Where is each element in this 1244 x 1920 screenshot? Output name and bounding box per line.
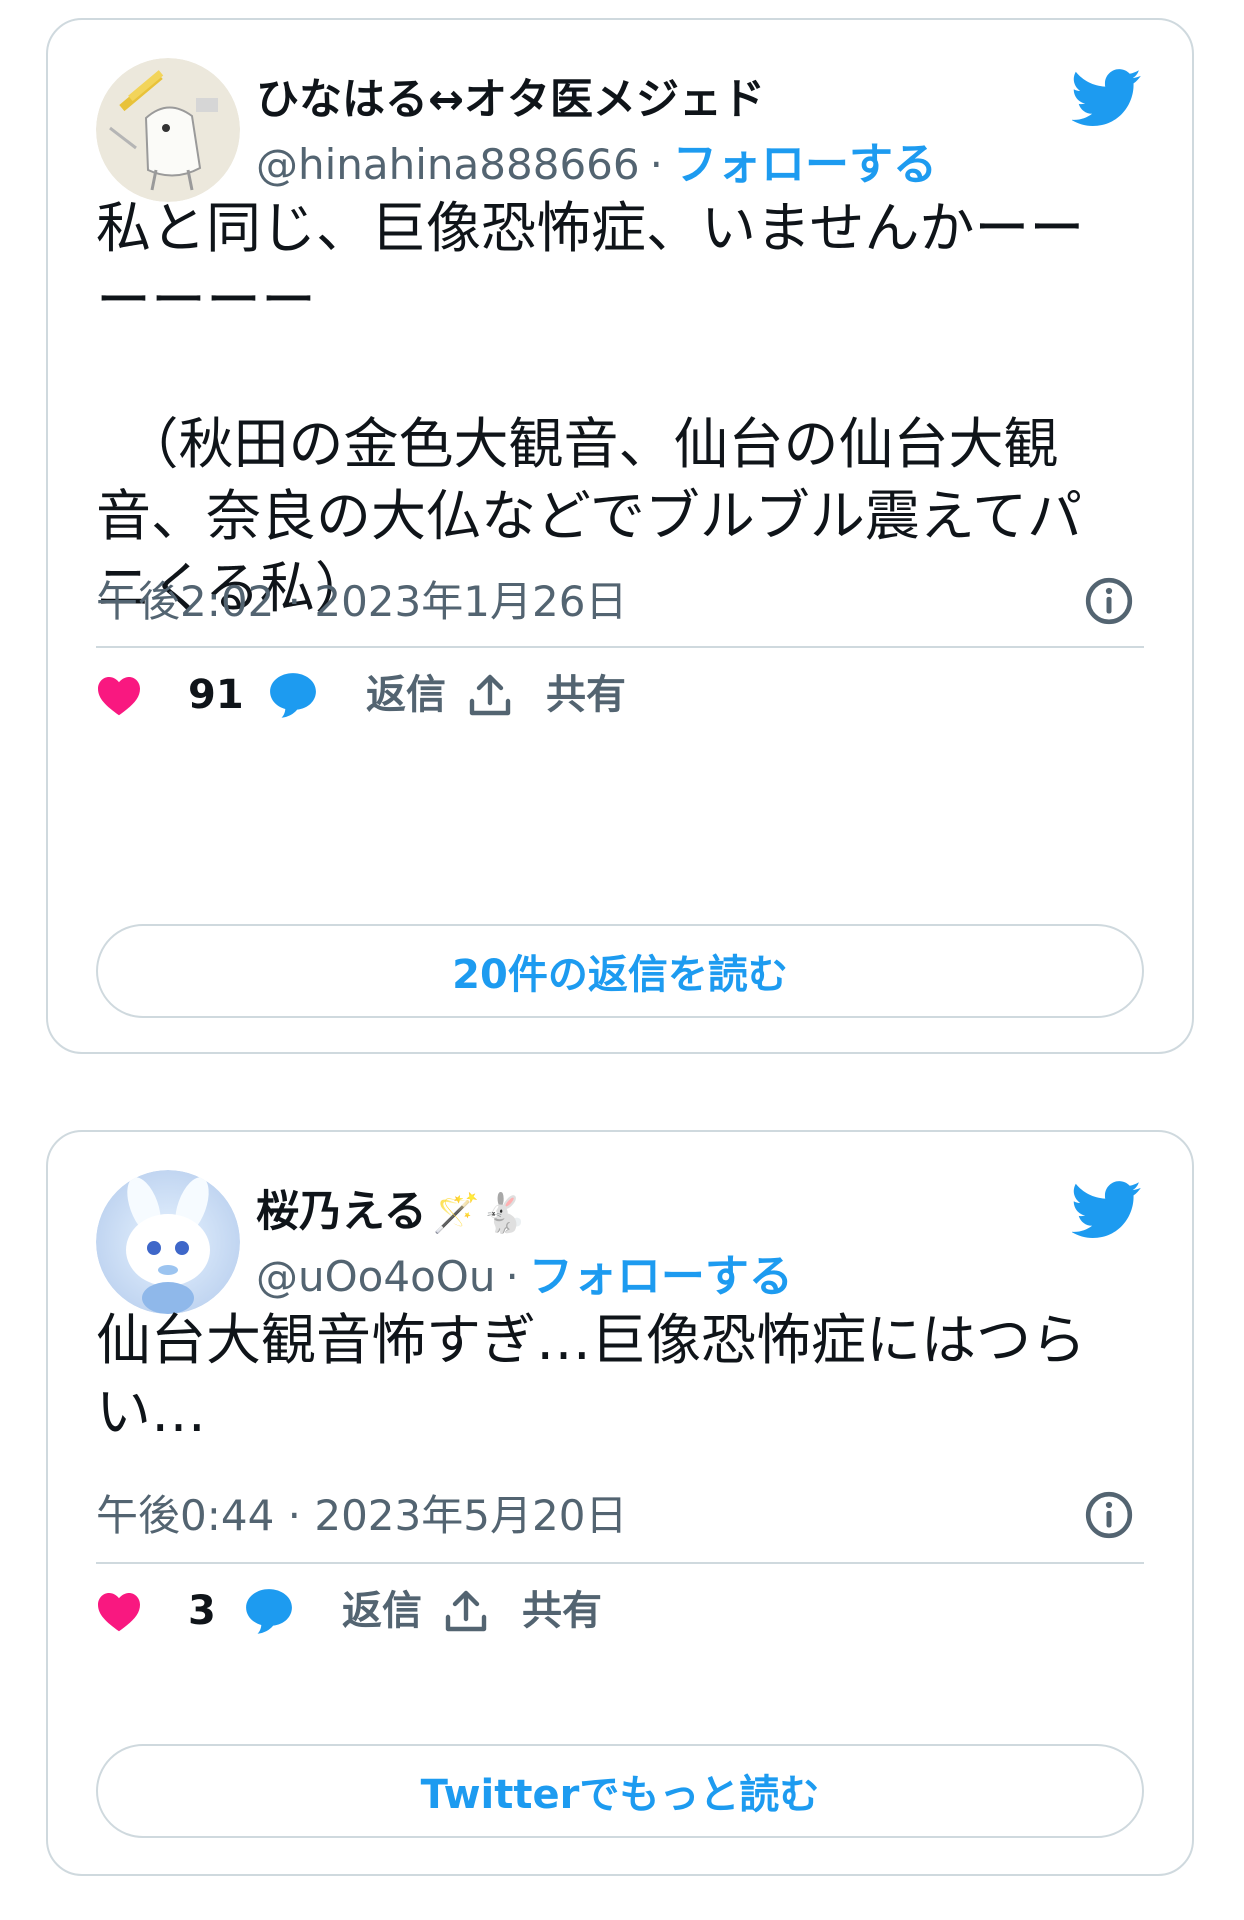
reply-label: 返信 bbox=[342, 1588, 422, 1634]
twitter-bird-icon[interactable] bbox=[1072, 68, 1142, 128]
follow-button[interactable]: フォローする bbox=[529, 1251, 793, 1302]
tweet-text: 私と同じ、巨像恐怖症、いませんかーーーーーー （秋田の金色大観音、仙台の仙台大観… bbox=[96, 196, 1085, 620]
like-action[interactable]: 91 bbox=[96, 670, 244, 720]
tweet-card: 桜乃える 🪄🐇 @uOo4oOu · フォローする 仙台大観音怖すぎ…巨像恐怖症にはつ… bbox=[46, 1130, 1194, 1876]
divider bbox=[96, 646, 1144, 648]
user-handle[interactable]: @hinahina888666 bbox=[256, 140, 640, 189]
avatar[interactable] bbox=[96, 1170, 240, 1314]
info-icon[interactable] bbox=[1084, 576, 1134, 626]
share-icon bbox=[445, 1590, 487, 1632]
reply-bubble-icon bbox=[270, 673, 316, 718]
divider bbox=[96, 1562, 1144, 1564]
read-replies-button[interactable]: 20件の返信を読む bbox=[96, 924, 1144, 1018]
tweet-timestamp[interactable]: 午後2:02 · 2023年1月26日 bbox=[96, 576, 627, 628]
tweet-timestamp[interactable]: 午後0:44 · 2023年5月20日 bbox=[96, 1490, 627, 1542]
tweet-text: 仙台大観音怖すぎ…巨像恐怖症にはつらい… bbox=[96, 1308, 1087, 1444]
info-icon[interactable] bbox=[1084, 1490, 1134, 1540]
tweet-card: ひなはる↔オタ医メジェド @hinahina888666 · フォローする 私と同じ… bbox=[46, 18, 1194, 1054]
separator-dot: · bbox=[505, 1252, 519, 1301]
reply-action[interactable]: 返信 bbox=[268, 670, 446, 720]
share-icon bbox=[469, 674, 511, 716]
share-label: 共有 bbox=[522, 1588, 602, 1634]
reply-label: 返信 bbox=[366, 672, 446, 718]
heart-icon bbox=[98, 1593, 140, 1632]
share-label: 共有 bbox=[546, 672, 626, 718]
display-name-text: ひなはる↔オタ医メジェド bbox=[256, 75, 766, 125]
handle-row: @uOo4oOu · フォローする bbox=[256, 1250, 793, 1304]
twitter-bird-icon[interactable] bbox=[1072, 1180, 1142, 1240]
display-name[interactable]: ひなはる↔オタ医メジェド bbox=[256, 72, 765, 128]
share-action[interactable]: 共有 bbox=[442, 1586, 602, 1636]
user-handle[interactable]: @uOo4oOu bbox=[256, 1252, 495, 1301]
avatar[interactable] bbox=[96, 58, 240, 202]
name-emoji: 🪄🐇 bbox=[432, 1191, 528, 1235]
read-more-button[interactable]: Twitterでもっと読む bbox=[96, 1744, 1144, 1838]
heart-icon bbox=[98, 677, 140, 716]
like-count: 3 bbox=[188, 1588, 216, 1634]
like-action[interactable]: 3 bbox=[96, 1586, 216, 1636]
separator-dot: · bbox=[649, 140, 663, 189]
share-action[interactable]: 共有 bbox=[466, 670, 626, 720]
handle-row: @hinahina888666 · フォローする bbox=[256, 138, 937, 192]
follow-button[interactable]: フォローする bbox=[673, 139, 937, 190]
like-count: 91 bbox=[188, 672, 244, 718]
display-name-text: 桜乃える bbox=[256, 1187, 427, 1237]
reply-action[interactable]: 返信 bbox=[244, 1586, 422, 1636]
reply-bubble-icon bbox=[246, 1589, 292, 1634]
display-name[interactable]: 桜乃える 🪄🐇 bbox=[256, 1184, 527, 1241]
